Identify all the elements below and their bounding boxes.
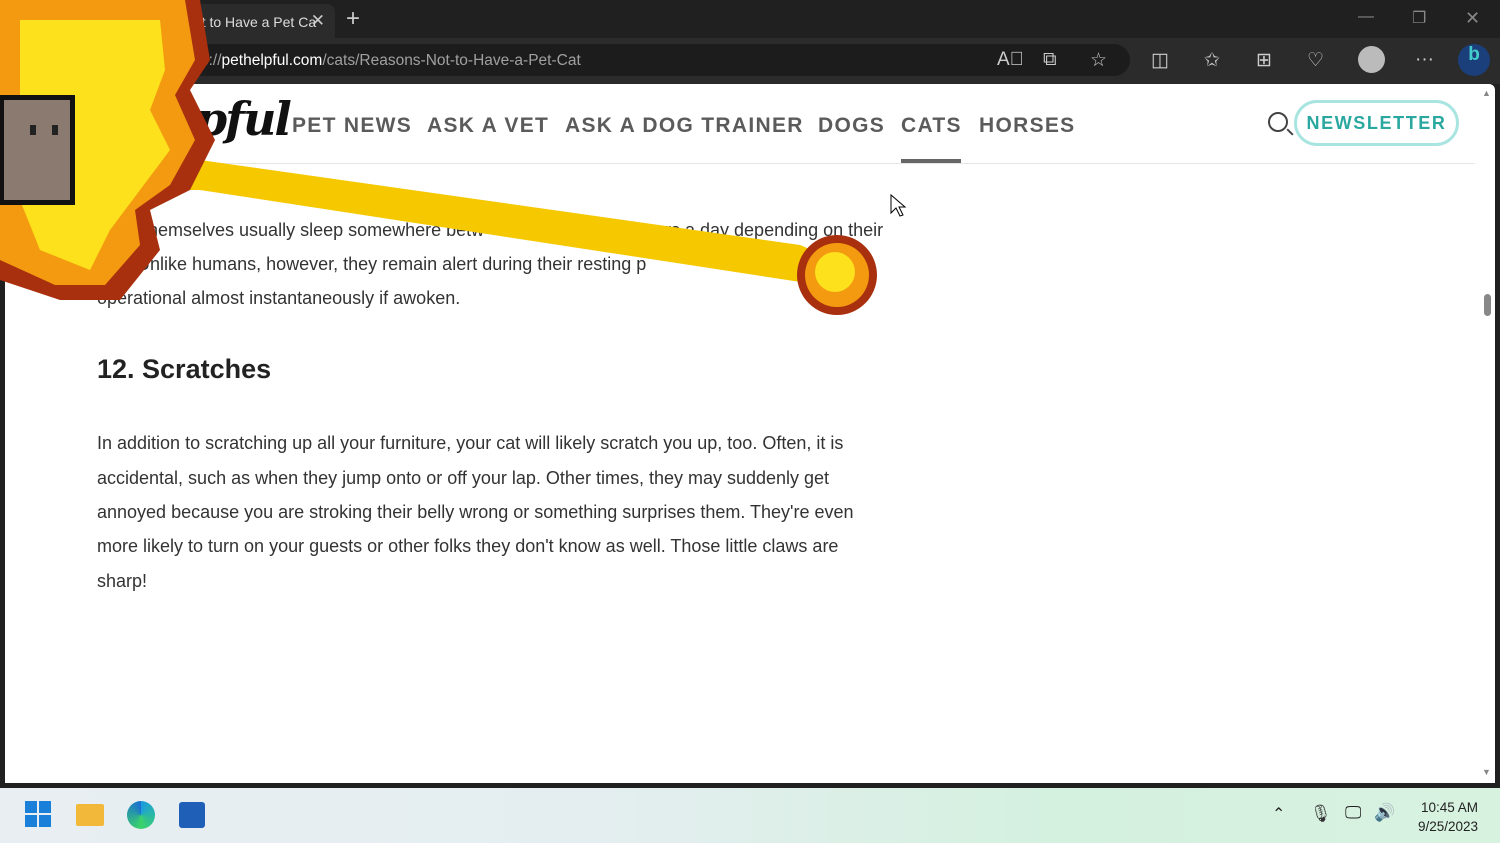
scroll-down-icon[interactable]: ▼ xyxy=(1482,767,1491,777)
nav-ask-a-vet[interactable]: ASK A VET xyxy=(427,114,549,138)
nav-divider xyxy=(5,163,1475,164)
edge-icon[interactable] xyxy=(127,801,155,829)
para2-line: In addition to scratching up all your fu… xyxy=(97,433,844,453)
search-icon[interactable] xyxy=(1268,112,1288,132)
para2-line: sharp! xyxy=(97,571,148,591)
close-window-icon[interactable]: ✕ xyxy=(1465,8,1480,29)
url-domain: pethelpful.com xyxy=(221,52,323,69)
section-heading: 12. Scratches xyxy=(97,354,272,384)
url-prefix: https:// xyxy=(175,52,222,69)
para2-line: accidental, such as when they jump onto … xyxy=(97,468,830,488)
new-tab-icon[interactable]: + xyxy=(346,5,360,33)
browser-essentials-icon[interactable]: ♡ xyxy=(1307,49,1324,72)
time: 10:45 AM xyxy=(1420,800,1478,815)
nav-cats[interactable]: CATS xyxy=(901,114,962,138)
para2-line: annoyed because you are stroking their b… xyxy=(97,502,854,522)
profile-avatar[interactable] xyxy=(1358,46,1385,73)
network-icon[interactable]: 🖵 xyxy=(1345,803,1361,823)
para1-line3: operational almost instantaneously if aw… xyxy=(97,288,461,308)
scrollbar[interactable]: ▲ ▼ xyxy=(1479,84,1495,783)
nav-pet-news[interactable]: PET NEWS xyxy=(292,114,412,138)
nav-dogs[interactable]: DOGS xyxy=(818,114,885,138)
para1-line1b: urs a day depending on their xyxy=(655,220,884,240)
web-page: pful PET NEWS ASK A VET ASK A DOG TRAINE… xyxy=(5,84,1495,783)
volume-icon[interactable]: 🔊 xyxy=(1374,803,1395,823)
restore-icon[interactable]: ❐ xyxy=(1412,8,1426,28)
url-path: /cats/Reasons-Not-to-Have-a-Pet-Cat xyxy=(322,52,581,69)
favorite-star-icon[interactable]: ☆ xyxy=(1090,49,1107,72)
date: 9/25/2023 xyxy=(1417,819,1478,834)
split-screen-icon[interactable]: ◫ xyxy=(1151,49,1169,72)
clock[interactable]: 10:45 AM 9/25/2023 xyxy=(1418,798,1478,836)
newsletter-button[interactable]: NEWSLETTER xyxy=(1294,100,1459,146)
scrollbar-thumb[interactable] xyxy=(1484,294,1491,316)
browser-tab[interactable]: 5 Reasons Not to Have a Pet Ca ✕ xyxy=(95,4,335,38)
site-logo[interactable]: pful xyxy=(195,92,292,146)
nav-horses[interactable]: HORSES xyxy=(979,114,1076,138)
para1-line1a: hemselves usually sleep somewhere betw xyxy=(148,220,485,240)
close-tab-icon[interactable]: ✕ xyxy=(311,11,325,31)
minimize-icon[interactable]: — xyxy=(1358,8,1374,26)
favorites-icon[interactable]: ✩ xyxy=(1204,49,1220,72)
address-bar-area: https://pethelpful.com/cats/Reasons-Not-… xyxy=(0,38,1500,84)
tab-title: 5 Reasons Not to Have a Pet Ca xyxy=(113,14,317,30)
para2-line: more likely to turn on your guests or ot… xyxy=(97,536,839,556)
taskbar: ⌃ 🎙 🖵 🔊 10:45 AM 9/25/2023 xyxy=(0,788,1500,843)
microphone-icon[interactable]: 🎙 xyxy=(1310,804,1332,824)
para1-line2: age. Unlike humans, however, they remain… xyxy=(97,254,647,274)
show-hidden-icons-chevron[interactable]: ⌃ xyxy=(1272,804,1285,824)
read-aloud-icon[interactable]: A᪲ xyxy=(997,49,1024,71)
start-icon[interactable] xyxy=(25,801,51,827)
more-icon[interactable]: ··· xyxy=(1415,49,1434,71)
title-bar: 5 Reasons Not to Have a Pet Ca ✕ + — ❐ ✕ xyxy=(0,0,1500,38)
store-icon[interactable] xyxy=(179,802,205,828)
url-input[interactable]: https://pethelpful.com/cats/Reasons-Not-… xyxy=(145,44,1130,76)
collections-icon[interactable]: ⊞ xyxy=(1256,49,1272,72)
scroll-up-icon[interactable]: ▲ xyxy=(1482,88,1491,98)
nav-ask-a-dog-trainer[interactable]: ASK A DOG TRAINER xyxy=(565,114,804,138)
immersive-reader-icon[interactable]: ⧉ xyxy=(1043,49,1057,71)
file-explorer-icon[interactable] xyxy=(76,804,104,826)
bing-chat-icon[interactable]: b xyxy=(1458,44,1490,76)
